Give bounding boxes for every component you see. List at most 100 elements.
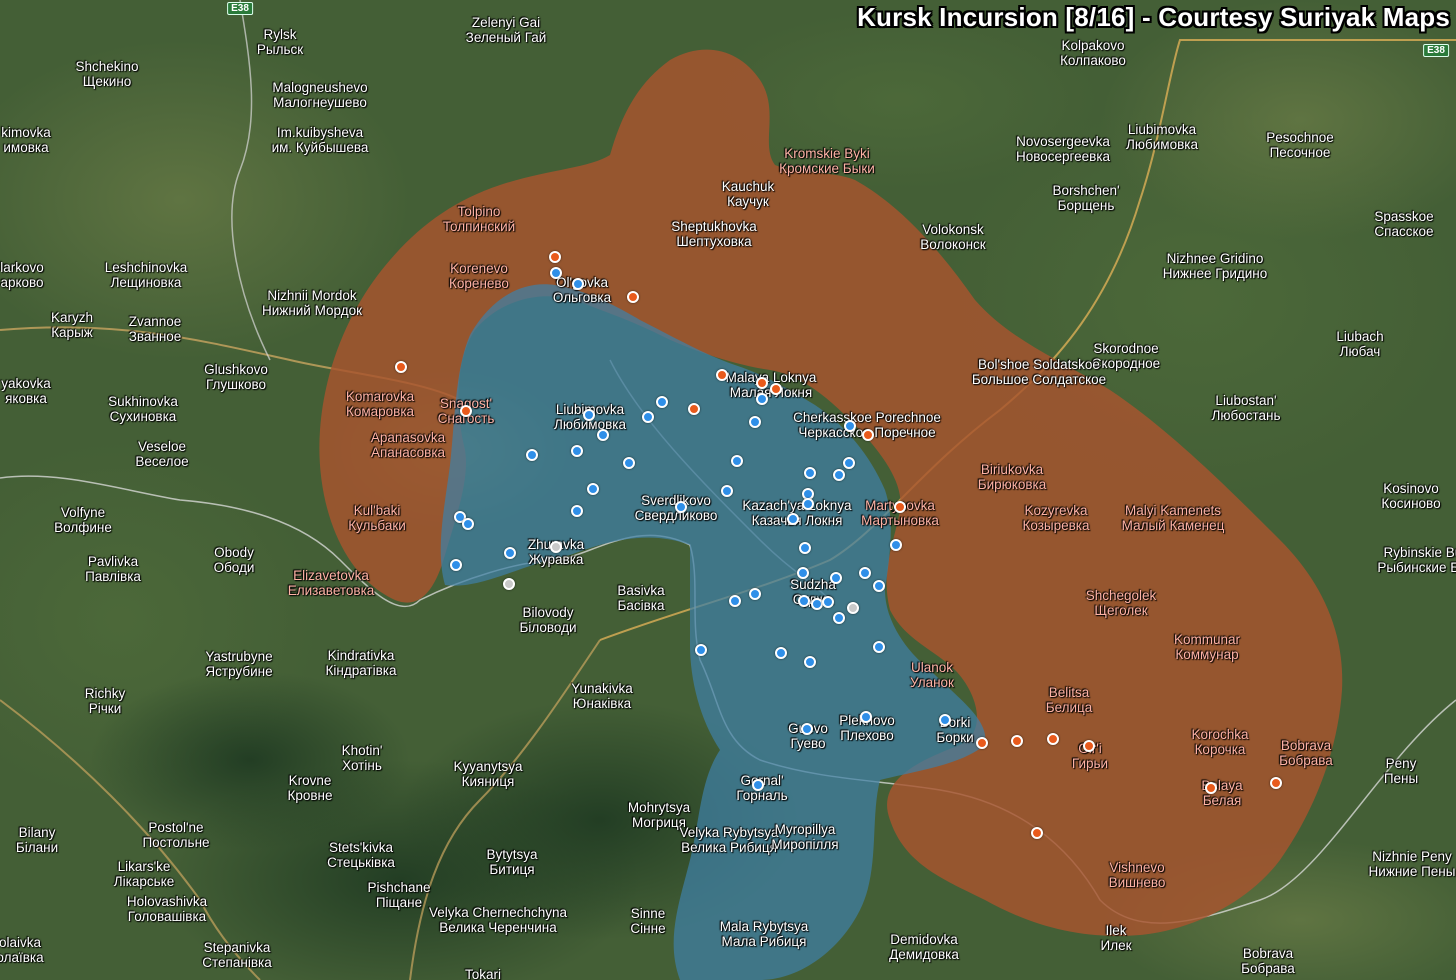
russian-control-marker[interactable] xyxy=(716,369,728,381)
place-label-kazachya-loknya[interactable]: Kazach'ya Loknya Казачья Локня xyxy=(742,498,851,528)
russian-control-marker[interactable] xyxy=(1083,740,1095,752)
place-label-bolshoe-soldatskoe[interactable]: Bol'shoe Soldatskoe Большое Солдатское xyxy=(972,357,1106,387)
ukrainian-control-marker[interactable] xyxy=(550,267,562,279)
place-label-peny[interactable]: Peny Пены xyxy=(1384,756,1418,786)
place-label-holovashivka[interactable]: Holovashivka Головашівка xyxy=(127,894,207,924)
ukrainian-control-marker[interactable] xyxy=(571,445,583,457)
russian-control-marker[interactable] xyxy=(1031,827,1043,839)
map-view[interactable]: Kursk Incursion [8/16] - Courtesy Suriya… xyxy=(0,0,1456,980)
ukrainian-control-marker[interactable] xyxy=(798,595,810,607)
place-label-borshchen[interactable]: Borshchen' Борщень xyxy=(1052,183,1119,213)
place-label-malyi-kamenets[interactable]: Malyi Kamenets Малый Каменец xyxy=(1122,503,1225,533)
ukrainian-control-marker[interactable] xyxy=(802,498,814,510)
place-label-karyzh[interactable]: Karyzh Карыж xyxy=(51,310,93,340)
russian-control-marker[interactable] xyxy=(976,737,988,749)
russian-control-marker[interactable] xyxy=(1011,735,1023,747)
ukrainian-control-marker[interactable] xyxy=(844,420,856,432)
place-label-vishnevo[interactable]: Vishnevo Вишнево xyxy=(1109,860,1166,890)
ukrainian-control-marker[interactable] xyxy=(731,455,743,467)
place-label-bilovody[interactable]: Bilovody Біловоди xyxy=(519,605,576,635)
contested-marker[interactable] xyxy=(503,578,515,590)
ukrainian-control-marker[interactable] xyxy=(642,411,654,423)
place-label-yunakivka[interactable]: Yunakivka Юнаківка xyxy=(571,681,633,711)
place-label-liubach[interactable]: Liubach Любач xyxy=(1336,329,1383,359)
place-label-kulbaki[interactable]: Kul'baki Кульбаки xyxy=(348,503,406,533)
russian-control-marker[interactable] xyxy=(1205,782,1217,794)
russian-control-marker[interactable] xyxy=(627,291,639,303)
place-label-shchegolek[interactable]: Shchegolek Щеголек xyxy=(1086,588,1157,618)
place-label-apanasovka[interactable]: Apanasovka Апанасовка xyxy=(371,430,445,460)
ukrainian-control-marker[interactable] xyxy=(587,483,599,495)
place-label-pesochnoe[interactable]: Pesochnoe Песочное xyxy=(1266,130,1334,160)
place-label-kosinovo[interactable]: Kosinovo Косиново xyxy=(1381,481,1440,511)
place-label-kromskie-byki[interactable]: Kromskie Byki Кромские Быки xyxy=(779,146,875,176)
place-label-tolpino[interactable]: Tolpino Толпинский xyxy=(443,204,515,234)
ukrainian-control-marker[interactable] xyxy=(749,416,761,428)
place-label-korochka[interactable]: Korochka Корочка xyxy=(1191,727,1248,757)
place-label-malogneushevo[interactable]: Malogneushevo Малогнеушево xyxy=(272,80,367,110)
place-label-kauchuk[interactable]: Kauchuk Каучук xyxy=(722,179,775,209)
ukrainian-control-marker[interactable] xyxy=(526,449,538,461)
place-label-pavlivka[interactable]: Pavlivka Павлівка xyxy=(85,554,141,584)
place-label-veseloe[interactable]: Veseloe Веселое xyxy=(135,439,188,469)
place-label-korenevo[interactable]: Korenevo Коренево xyxy=(449,261,509,291)
place-label-nizhnee-gridino[interactable]: Nizhnee Gridino Нижнее Гридино xyxy=(1163,251,1268,281)
place-label-stetskivka[interactable]: Stets'kivka Стецьківка xyxy=(327,840,395,870)
place-label-demidovka[interactable]: Demidovka Демидовка xyxy=(889,932,959,962)
place-label-kimovka[interactable]: kimovka имовка xyxy=(1,125,51,155)
place-label-rylsk[interactable]: Rylsk Рыльск xyxy=(257,27,303,57)
place-label-kozyrevka[interactable]: Kozyrevka Козыревка xyxy=(1022,503,1089,533)
ukrainian-control-marker[interactable] xyxy=(787,513,799,525)
place-label-basivka[interactable]: Basivka Басівка xyxy=(617,583,664,613)
place-label-krovne[interactable]: Krovne Кровне xyxy=(287,773,332,803)
place-label-komarovka[interactable]: Komarovka Комаровка xyxy=(346,389,414,419)
place-label-shchekino[interactable]: Shchekino Щекино xyxy=(75,59,138,89)
place-label-ulanok[interactable]: Ulanok Уланок xyxy=(910,660,954,690)
place-label-khotin[interactable]: Khotin' Хотінь xyxy=(342,743,383,773)
contested-marker[interactable] xyxy=(847,602,859,614)
place-label-bytytsya[interactable]: Bytytsya Битиця xyxy=(486,847,537,877)
place-label-obody[interactable]: Obody Ободи xyxy=(214,545,255,575)
place-label-kommunar[interactable]: Kommunar Коммунар xyxy=(1174,632,1240,662)
place-label-bobrava[interactable]: Bobrava Бобрава xyxy=(1279,738,1333,768)
place-label-belitsa[interactable]: Belitsa Белица xyxy=(1046,685,1093,715)
russian-control-marker[interactable] xyxy=(894,501,906,513)
place-label-elizavetovka[interactable]: Elizavetovka Елизаветовка xyxy=(288,568,375,598)
contested-marker[interactable] xyxy=(550,541,562,553)
place-label-velyka-chernechchyna[interactable]: Velyka Chernechchyna Велика Черенчина xyxy=(429,905,567,935)
ukrainian-control-marker[interactable] xyxy=(822,596,834,608)
place-label-zvannoe[interactable]: Zvannoe Званное xyxy=(129,314,182,344)
ukrainian-control-marker[interactable] xyxy=(939,714,951,726)
place-label-spasskoe[interactable]: Spasskoe Спасское xyxy=(1374,209,1433,239)
ukrainian-control-marker[interactable] xyxy=(804,467,816,479)
russian-control-marker[interactable] xyxy=(688,403,700,415)
russian-control-marker[interactable] xyxy=(549,251,561,263)
ukrainian-control-marker[interactable] xyxy=(450,559,462,571)
place-label-yastrubyne[interactable]: Yastrubyne Яструбине xyxy=(205,649,272,679)
ukrainian-control-marker[interactable] xyxy=(860,711,872,723)
place-label-leshchinovka[interactable]: Leshchinovka Лещиновка xyxy=(105,260,188,290)
place-label-zelenyi-gai[interactable]: Zelenyi Gai Зеленый Гай xyxy=(466,15,547,45)
russian-control-marker[interactable] xyxy=(756,377,768,389)
ukrainian-control-marker[interactable] xyxy=(775,647,787,659)
place-label-bobrava-s[interactable]: Bobrava Бобрава xyxy=(1241,946,1295,976)
place-label-rybinskie-budy[interactable]: Rybinskie BudyРыбинские Буды xyxy=(1377,545,1456,575)
ukrainian-control-marker[interactable] xyxy=(756,393,768,405)
ukrainian-control-marker[interactable] xyxy=(721,485,733,497)
place-label-velyka-rybytsya[interactable]: Velyka Rybytsya Велика Рибиця xyxy=(679,825,778,855)
ukrainian-control-marker[interactable] xyxy=(597,429,609,441)
place-label-richky[interactable]: Richky Річки xyxy=(85,686,126,716)
russian-control-marker[interactable] xyxy=(460,405,472,417)
place-label-bilany[interactable]: Bilany Білани xyxy=(16,825,58,855)
ukrainian-control-marker[interactable] xyxy=(729,595,741,607)
place-label-postolne[interactable]: Postol'ne Постольне xyxy=(142,820,209,850)
ukrainian-control-marker[interactable] xyxy=(571,505,583,517)
ukrainian-control-marker[interactable] xyxy=(572,278,584,290)
ukrainian-control-marker[interactable] xyxy=(749,588,761,600)
place-label-sheptukhovka[interactable]: Sheptukhovka Шептуховка xyxy=(671,219,757,249)
place-label-sinne[interactable]: Sinne Сінне xyxy=(630,906,665,936)
place-label-im-kuibysheva[interactable]: Im.kuibysheva им. Куйбышева xyxy=(272,125,369,155)
place-label-glushkovo[interactable]: Glushkovo Глушково xyxy=(204,362,268,392)
place-label-kolpakovo[interactable]: Kolpakovo Колпаково xyxy=(1060,38,1126,68)
place-label-novosergeevka[interactable]: Novosergeevka Новосергеевка xyxy=(1016,134,1110,164)
